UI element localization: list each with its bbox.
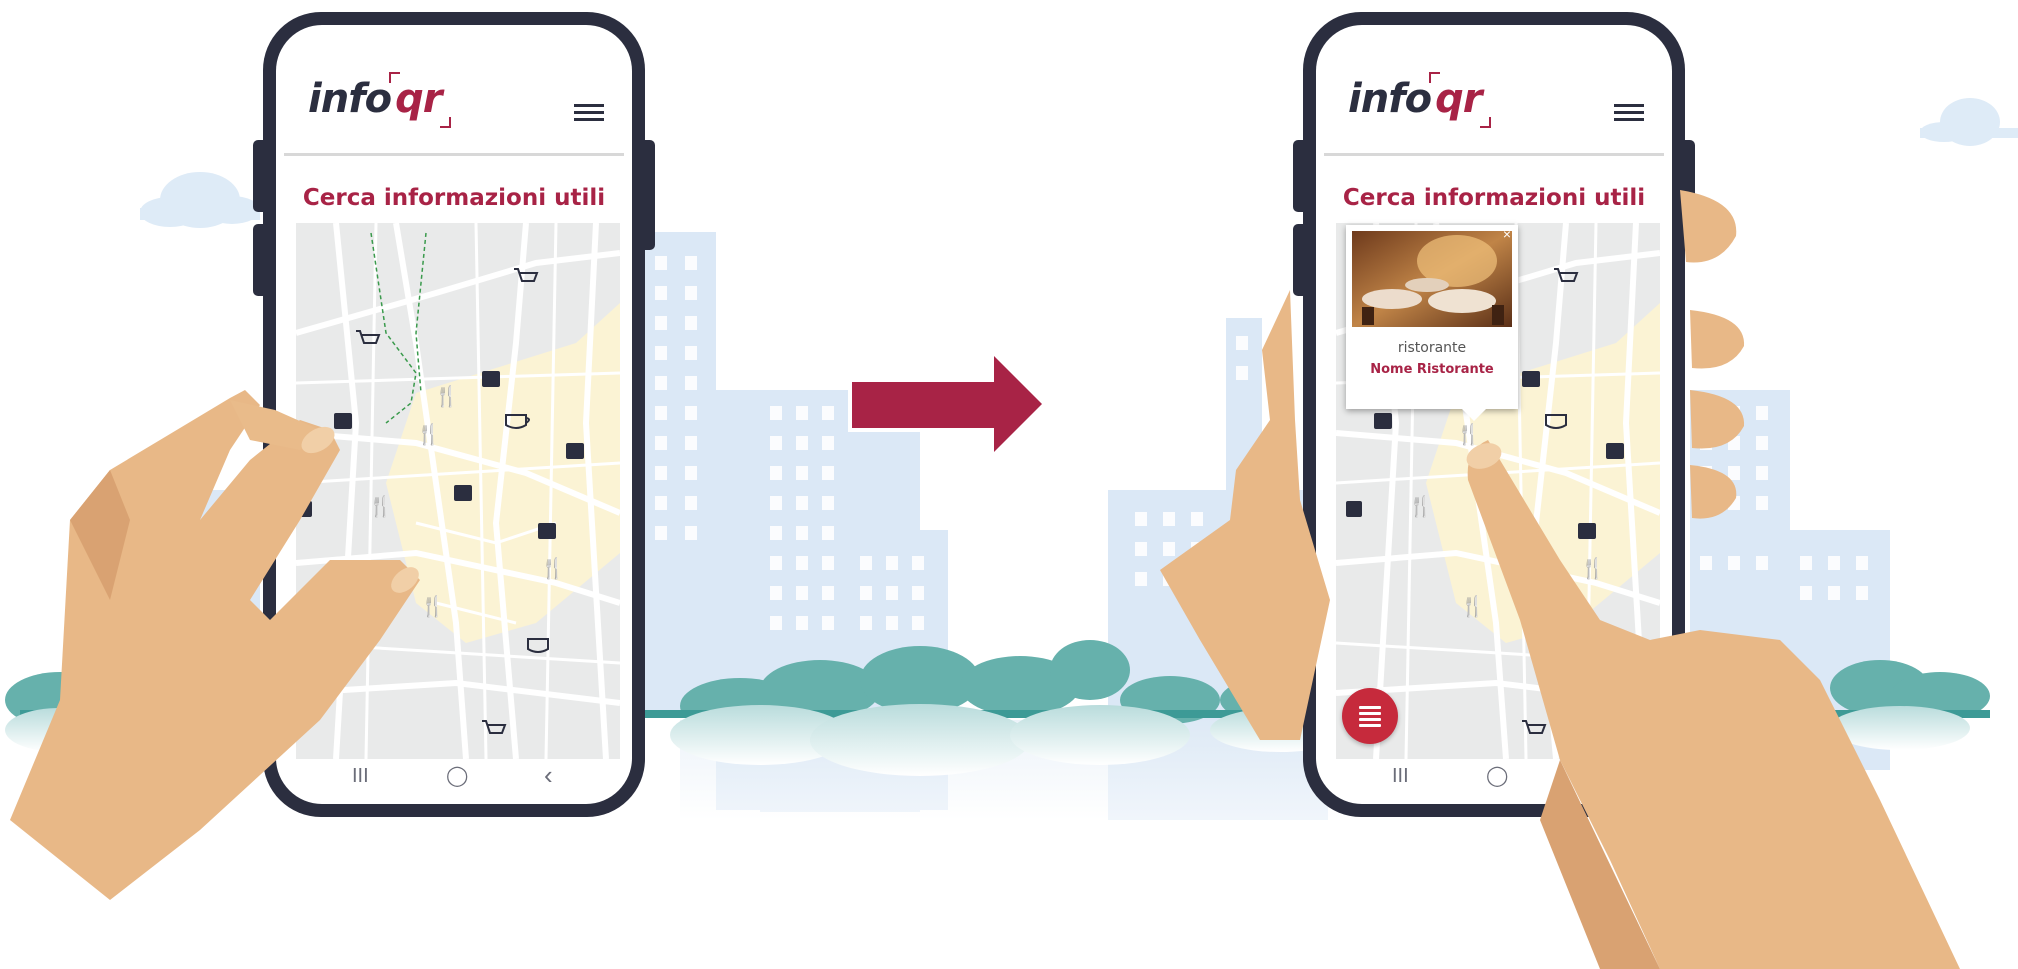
page-title: Cerca informazioni utili xyxy=(1342,185,1646,211)
volume-up-button xyxy=(253,140,265,212)
illustration-scene: info qr Cerca informazioni utili 🍴 🍴 🍴 🍴… xyxy=(0,0,2018,969)
phone-left: info qr Cerca informazioni utili 🍴 🍴 🍴 🍴… xyxy=(253,12,655,817)
android-nav-bar: III ◯ ‹ xyxy=(276,760,632,804)
home-button[interactable]: ◯ xyxy=(446,766,468,786)
volume-down-button xyxy=(1293,224,1305,296)
restaurant-poi-icon: 🍴 xyxy=(1456,422,1481,446)
hamburger-menu-icon[interactable] xyxy=(1614,104,1644,121)
map-view[interactable]: 🍴 🍴 🍴 🍴 🍴 xyxy=(296,223,620,759)
phone-screen: info qr Cerca informazioni utili 🍴 🍴 🍴 🍴… xyxy=(1316,25,1672,804)
volume-up-button xyxy=(1293,140,1305,212)
app-header: info qr xyxy=(284,25,624,156)
list-view-fab-button[interactable] xyxy=(1342,688,1398,744)
restaurant-poi-icon: 🍴 xyxy=(368,494,393,518)
infoqr-logo[interactable]: info qr xyxy=(308,79,445,119)
list-icon xyxy=(1359,706,1381,730)
power-button xyxy=(643,140,655,250)
poi-type-label: ristorante xyxy=(1397,340,1467,356)
restaurant-poi-icon: 🍴 xyxy=(434,384,459,408)
poi-popup-card[interactable]: × ristorante Nome Ristorante xyxy=(1346,225,1518,421)
transition-arrow xyxy=(852,356,1042,452)
recent-apps-button[interactable]: III xyxy=(352,766,369,786)
building-windows xyxy=(655,256,1868,630)
power-button xyxy=(1683,140,1695,250)
home-button[interactable]: ◯ xyxy=(1486,766,1508,786)
close-icon[interactable]: × xyxy=(1500,227,1514,241)
logo-qr-text: qr xyxy=(1431,76,1485,122)
app-header: info qr xyxy=(1324,25,1664,156)
restaurant-photo xyxy=(1352,231,1512,327)
poi-name-link[interactable]: Nome Ristorante xyxy=(1346,362,1518,377)
restaurant-poi-icon: 🍴 xyxy=(1580,556,1605,580)
logo-qr-text: qr xyxy=(391,76,445,122)
logo-info-text: info xyxy=(308,76,392,122)
page-title: Cerca informazioni utili xyxy=(302,185,606,211)
hamburger-menu-icon[interactable] xyxy=(574,104,604,121)
map-canvas: 🍴 🍴 🍴 🍴 🍴 xyxy=(296,223,620,759)
restaurant-poi-icon: 🍴 xyxy=(540,556,565,580)
logo-info-text: info xyxy=(1348,76,1432,122)
infoqr-logo[interactable]: info qr xyxy=(1348,79,1485,119)
phone-right: info qr Cerca informazioni utili 🍴 🍴 🍴 🍴… xyxy=(1293,12,1695,817)
restaurant-poi-icon: 🍴 xyxy=(1408,494,1433,518)
restaurant-poi-icon: 🍴 xyxy=(420,594,445,618)
back-button[interactable]: ‹ xyxy=(544,762,553,788)
phone-screen: info qr Cerca informazioni utili 🍴 🍴 🍴 🍴… xyxy=(276,25,632,804)
recent-apps-button[interactable]: III xyxy=(1392,766,1409,786)
restaurant-poi-icon: 🍴 xyxy=(1460,594,1485,618)
android-nav-bar: III ◯ xyxy=(1316,760,1672,804)
restaurant-poi-icon: 🍴 xyxy=(416,422,441,446)
volume-down-button xyxy=(253,224,265,296)
